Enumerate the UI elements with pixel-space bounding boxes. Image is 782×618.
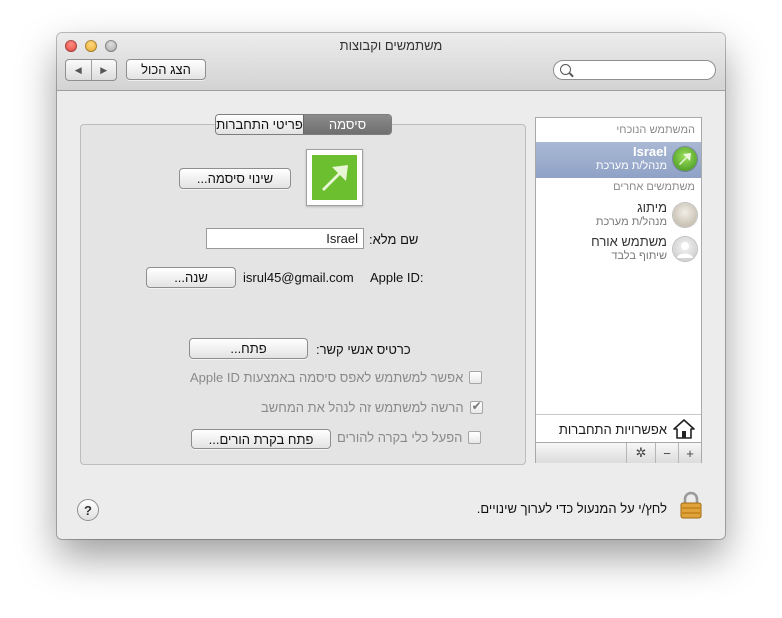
current-user-header: המשתמש הנוכחי (616, 124, 695, 136)
sidebar-user-guest[interactable]: משתמש אורח שיתוף בלבד (536, 232, 701, 268)
full-name-field[interactable]: Israel (206, 228, 364, 249)
contact-card-label: כרטיס אנשי קשר: (316, 342, 411, 357)
forward-icon[interactable]: ▶ (92, 60, 117, 80)
allow-reset-password-checkbox[interactable] (469, 371, 483, 384)
sidebar-user-role: מנהל/ת מערכת (595, 160, 667, 172)
sidebar-user-role: מנהל/ת מערכת (595, 216, 667, 228)
search-icon (560, 64, 571, 75)
home-icon (673, 419, 695, 439)
apple-id-value: isrul45@gmail.com (243, 270, 354, 285)
login-options-label: אפשרויות התחברות (558, 422, 667, 437)
sidebar-user-name: מיתוג (637, 200, 667, 215)
sidebar-user-role: שיתוף בלבד (611, 250, 667, 262)
search-input[interactable] (553, 60, 716, 80)
show-all-button[interactable]: הצג הכול (126, 59, 206, 80)
window-title: משתמשים וקבוצות (339, 38, 443, 53)
apple-id-label: Apple ID: (370, 270, 424, 285)
enable-parental-row: הפעל כלי בקרה להורים (337, 430, 482, 445)
tab-password[interactable]: סיסמה (303, 115, 391, 134)
tab-login-items[interactable]: פריטי התחברות (216, 115, 303, 134)
remove-user-button[interactable]: − (655, 443, 678, 463)
open-contact-card-button[interactable]: פתח... (189, 338, 308, 359)
title-bar: משתמשים וקבוצות ◀ ▶ הצג הכול (57, 33, 725, 91)
enable-parental-checkbox[interactable] (468, 431, 482, 444)
users-sidebar: המשתמש הנוכחי Israel מנהל/ת מערכת משתמשי… (535, 117, 702, 463)
login-options-item[interactable]: אפשרויות התחברות (536, 414, 701, 443)
allow-admin-label: הרשה למשתמש זה לנהל את המחשב (261, 400, 464, 415)
help-button[interactable]: ? (77, 499, 99, 521)
user-picture-well[interactable] (306, 149, 363, 206)
sidebar-user-name: Israel (633, 144, 667, 159)
sidebar-user-mitug[interactable]: מיתוג מנהל/ת מערכת (536, 198, 701, 234)
sidebar-user-name: משתמש אורח (591, 234, 667, 249)
user-photo-icon (673, 203, 697, 227)
green-arrow-icon (673, 147, 697, 171)
allow-reset-password-row: אפשר למשתמש לאפס סיסמה באמצעות Apple ID (190, 370, 483, 385)
sidebar-user-israel[interactable]: Israel מנהל/ת מערכת (536, 142, 701, 178)
green-arrow-icon (312, 155, 357, 200)
enable-parental-label: הפעל כלי בקרה להורים (337, 430, 463, 445)
gear-icon[interactable]: ✲ (626, 443, 655, 463)
change-password-button[interactable]: שינוי סיסמה... (179, 168, 291, 189)
full-name-label: שם מלא: (369, 232, 419, 247)
sidebar-toolbar: ✲ − + (536, 442, 701, 463)
other-users-header: משתמשים אחרים (613, 181, 695, 193)
allow-admin-checkbox[interactable] (469, 399, 483, 414)
lock-message: לחץ/י על המנעול כדי לערוך שינויים. (476, 501, 667, 516)
allow-admin-row: הרשה למשתמש זה לנהל את המחשב (261, 399, 483, 415)
users-groups-window: משתמשים וקבוצות ◀ ▶ הצג הכול סיסמה פריטי… (57, 33, 725, 539)
back-forward-control: ◀ ▶ (65, 59, 117, 81)
guest-silhouette-icon (673, 237, 697, 261)
lock-icon[interactable] (680, 491, 702, 519)
back-icon[interactable]: ◀ (66, 60, 92, 80)
allow-reset-password-label: אפשר למשתמש לאפס סיסמה באמצעות Apple ID (190, 370, 464, 385)
open-parental-controls-button[interactable]: פתח בקרת הורים... (191, 429, 331, 449)
add-user-button[interactable]: + (678, 443, 701, 463)
change-apple-id-button[interactable]: שנה... (146, 267, 236, 288)
tab-bar: סיסמה פריטי התחברות (215, 114, 392, 135)
